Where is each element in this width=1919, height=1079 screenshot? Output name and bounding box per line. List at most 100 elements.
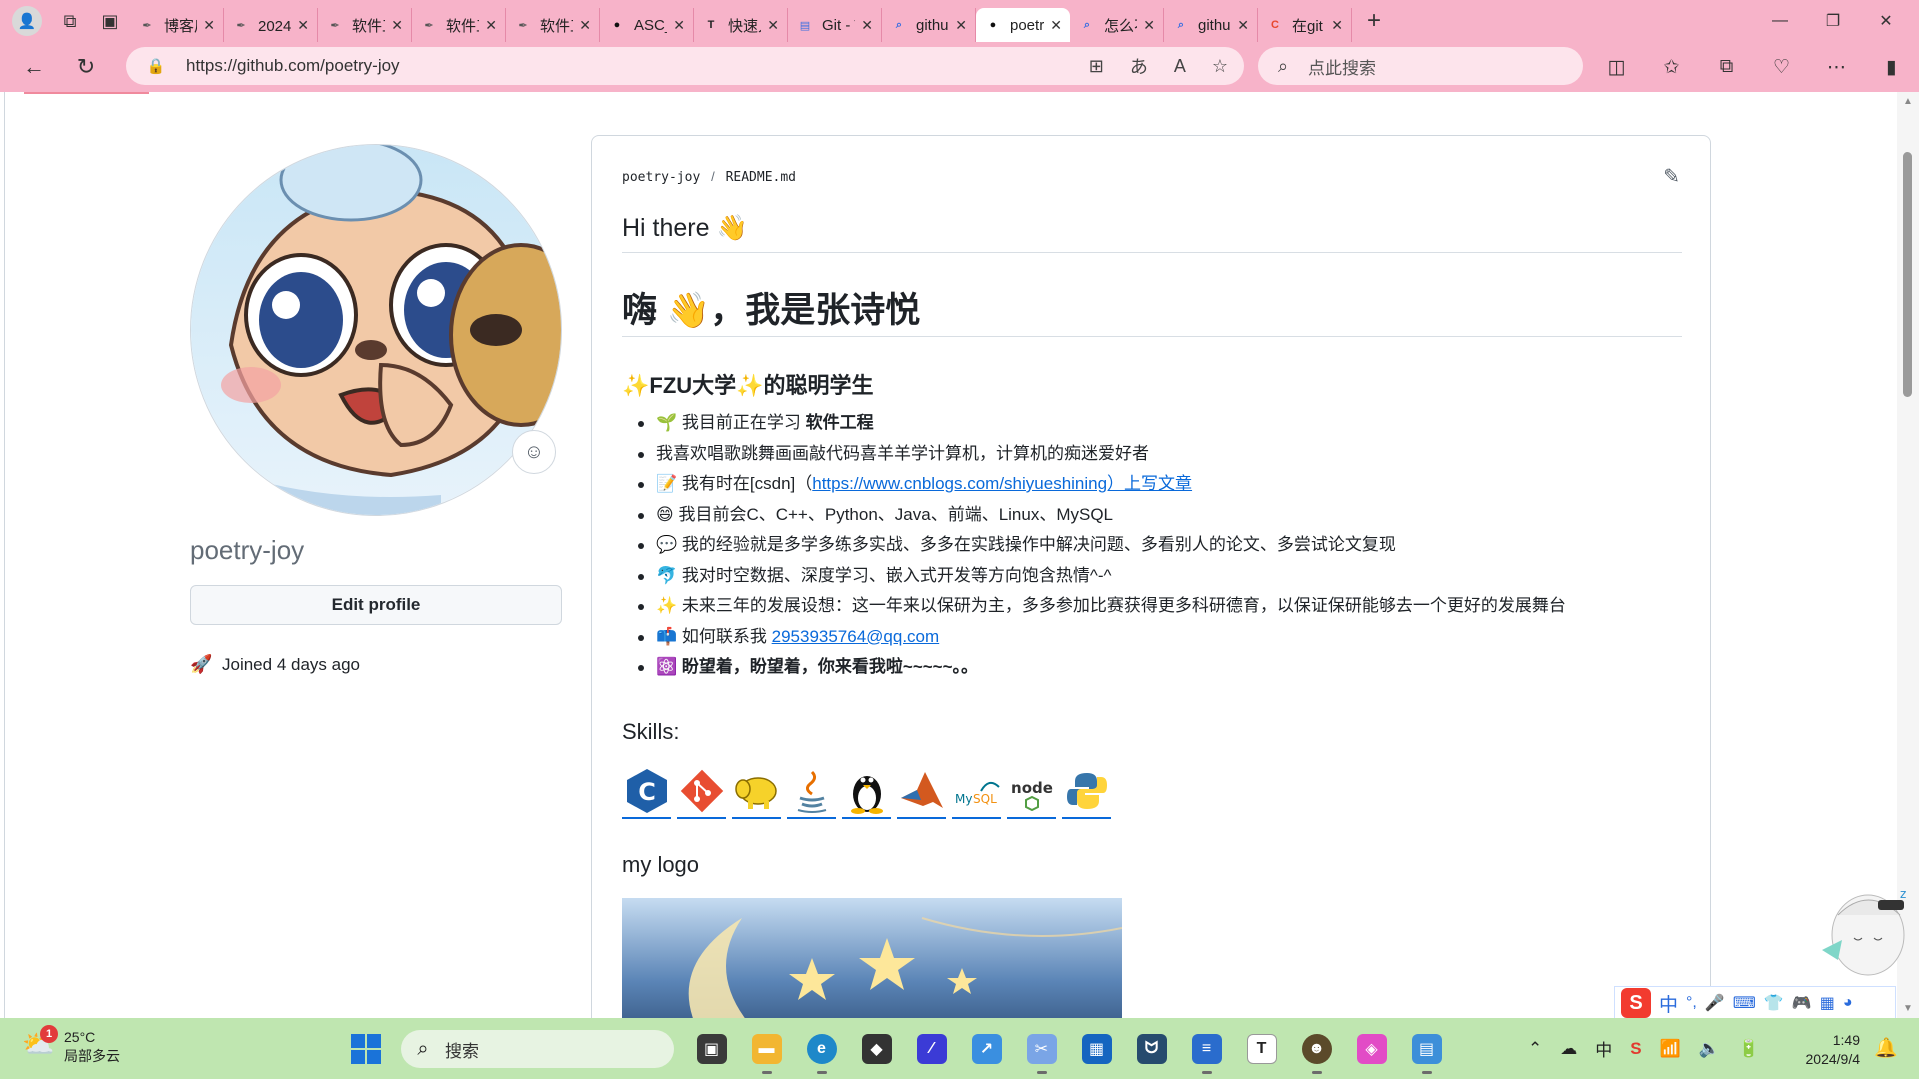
- ime-avatar-icon[interactable]: ◕: [1843, 994, 1853, 1012]
- browser-tab[interactable]: ✒ 博客后 ✕: [130, 8, 224, 42]
- url-text[interactable]: https://github.com/poetry-joy: [186, 56, 400, 76]
- close-tab-icon[interactable]: ✕: [297, 17, 309, 34]
- app-available-icon[interactable]: ⊞: [1089, 56, 1104, 77]
- translate-icon[interactable]: あ: [1130, 53, 1148, 79]
- task-view-icon[interactable]: ▣: [684, 1030, 739, 1068]
- minimize-button[interactable]: —: [1750, 0, 1810, 42]
- favorite-star-icon[interactable]: ☆: [1212, 56, 1228, 77]
- scroll-down-arrow-icon[interactable]: ▼: [1903, 1003, 1913, 1014]
- close-window-button[interactable]: ✕: [1856, 0, 1916, 42]
- browser-tab[interactable]: ✒ 2024年 ✕: [224, 8, 318, 42]
- nodejs-logo-icon[interactable]: node: [1007, 764, 1056, 819]
- address-bar[interactable]: 🔒 https://github.com/poetry-joy ⊞ あ A ☆: [126, 47, 1244, 85]
- microsoft-store-icon[interactable]: ▦: [1069, 1030, 1124, 1068]
- hadoop-logo-icon[interactable]: [732, 764, 781, 819]
- list-item-link[interactable]: 2953935764@qq.com: [772, 627, 940, 646]
- git-logo-icon[interactable]: [677, 764, 726, 819]
- linux-logo-icon[interactable]: [842, 764, 891, 819]
- browser-tab[interactable]: ✒ 软件工 ✕: [318, 8, 412, 42]
- ide-app-icon[interactable]: ◈: [1344, 1030, 1399, 1068]
- browser-tab[interactable]: C 在git ✕: [1258, 8, 1352, 42]
- browser-tab[interactable]: ✒ 软件工 ✕: [506, 8, 600, 42]
- close-tab-icon[interactable]: ✕: [861, 17, 873, 34]
- browser-tab[interactable]: ✒ 软件工 ✕: [412, 8, 506, 42]
- breadcrumb-user-link[interactable]: poetry-joy: [622, 170, 700, 185]
- close-tab-icon[interactable]: ✕: [579, 17, 591, 34]
- more-menu-icon[interactable]: ⋯: [1809, 56, 1864, 79]
- weather-widget[interactable]: ⛅ 1 25°C 局部多云: [22, 1025, 120, 1066]
- browser-tab[interactable]: ⌕ 怎么不 ✕: [1070, 8, 1164, 42]
- sogou-tray-icon[interactable]: S: [1630, 1039, 1641, 1059]
- python-logo-icon[interactable]: [1062, 764, 1111, 819]
- remote-desktop-icon[interactable]: ▤: [1399, 1030, 1454, 1074]
- back-button[interactable]: ←: [8, 47, 60, 87]
- close-tab-icon[interactable]: ✕: [1050, 17, 1062, 34]
- close-tab-icon[interactable]: ✕: [485, 17, 497, 34]
- edge-browser-icon[interactable]: e: [794, 1030, 849, 1074]
- split-screen-icon[interactable]: ◫: [1589, 56, 1644, 79]
- file-explorer-icon[interactable]: ▬: [739, 1030, 794, 1074]
- browser-tab[interactable]: T 快速入 ✕: [694, 8, 788, 42]
- browser-tab[interactable]: ● poetr ✕: [976, 8, 1070, 42]
- taskbar-search-box[interactable]: ⌕ 搜索: [401, 1030, 674, 1068]
- workspaces-icon[interactable]: ⧉: [50, 0, 90, 42]
- refresh-button[interactable]: ↻: [60, 47, 112, 87]
- close-tab-icon[interactable]: ✕: [1237, 17, 1249, 34]
- ime-mode-toggle[interactable]: 中: [1659, 990, 1678, 1017]
- tab-actions-icon[interactable]: ▣: [90, 0, 130, 42]
- typora-app-icon[interactable]: ↗: [959, 1030, 1014, 1068]
- skin-icon[interactable]: 👕: [1764, 993, 1784, 1013]
- start-button-windows-icon[interactable]: [351, 1034, 381, 1064]
- volume-icon[interactable]: 🔈: [1699, 1039, 1720, 1059]
- edit-readme-pencil-icon[interactable]: ✎: [1663, 164, 1680, 189]
- restore-button[interactable]: ❐: [1803, 0, 1863, 42]
- input-language-indicator[interactable]: 中: [1595, 1036, 1612, 1061]
- close-tab-icon[interactable]: ✕: [203, 17, 215, 34]
- browser-tab[interactable]: ⌕ githul ✕: [882, 8, 976, 42]
- onedrive-error-icon[interactable]: ☁: [1560, 1039, 1577, 1059]
- ime-punctuation-toggle[interactable]: °,: [1686, 994, 1697, 1012]
- browser-essentials-icon[interactable]: ♡: [1754, 56, 1809, 79]
- sogou-logo-icon[interactable]: S: [1621, 988, 1651, 1018]
- matlab-logo-icon[interactable]: [897, 764, 946, 819]
- notepad-icon[interactable]: ≡: [1179, 1030, 1234, 1074]
- mysql-logo-icon[interactable]: My SQL: [952, 764, 1001, 819]
- avatar[interactable]: [190, 144, 562, 516]
- scroll-up-arrow-icon[interactable]: ▲: [1903, 96, 1913, 107]
- edit-profile-button[interactable]: Edit profile: [190, 585, 562, 625]
- microphone-icon[interactable]: 🎤: [1705, 993, 1725, 1013]
- profile-icon[interactable]: 👤: [12, 6, 42, 36]
- sidebar-toggle-icon[interactable]: ▮: [1864, 56, 1919, 79]
- desktop-pet-mascot[interactable]: z: [1818, 880, 1913, 990]
- system-clock[interactable]: 1:49 2024/9/4: [1800, 1031, 1861, 1069]
- set-status-smiley-icon[interactable]: ☺: [512, 430, 556, 474]
- c-logo-icon[interactable]: C: [622, 764, 671, 819]
- battery-icon[interactable]: 🔋: [1738, 1039, 1759, 1059]
- browser-search-box[interactable]: ⌕ 点此搜索: [1258, 47, 1583, 85]
- java-logo-icon[interactable]: [787, 764, 836, 819]
- visual-studio-icon[interactable]: ∕: [904, 1030, 959, 1068]
- list-item-link[interactable]: https://www.cnblogs.com/shiyueshining）上写…: [812, 474, 1192, 493]
- toolbox-icon[interactable]: ▦: [1820, 993, 1835, 1013]
- show-hidden-icons-chevron-icon[interactable]: ⌃: [1528, 1039, 1542, 1059]
- browser-tab[interactable]: ⌕ githul ✕: [1164, 8, 1258, 42]
- close-tab-icon[interactable]: ✕: [391, 17, 403, 34]
- unity-hub-icon[interactable]: ◆: [849, 1030, 904, 1068]
- close-tab-icon[interactable]: ✕: [767, 17, 779, 34]
- cat-app-icon[interactable]: ᗢ: [1124, 1030, 1179, 1068]
- close-tab-icon[interactable]: ✕: [673, 17, 685, 34]
- close-tab-icon[interactable]: ✕: [955, 17, 967, 34]
- close-tab-icon[interactable]: ✕: [1143, 17, 1155, 34]
- typora-t-icon[interactable]: T: [1234, 1030, 1289, 1068]
- lock-icon[interactable]: 🔒: [136, 57, 176, 75]
- browser-tab[interactable]: ● ASC_I ✕: [600, 8, 694, 42]
- keyboard-icon[interactable]: ⌨: [1733, 993, 1756, 1013]
- game-icon[interactable]: 🎮: [1792, 993, 1812, 1013]
- notification-bell-icon[interactable]: 🔔: [1874, 1036, 1898, 1060]
- wifi-icon[interactable]: 📶: [1660, 1039, 1681, 1059]
- browser-tab[interactable]: ▤ Git - T ✕: [788, 8, 882, 42]
- scrollbar-thumb[interactable]: [1903, 152, 1912, 397]
- favorites-icon[interactable]: ✩: [1644, 56, 1699, 79]
- new-tab-button[interactable]: +: [1352, 0, 1396, 42]
- collections-icon[interactable]: ⧉: [1699, 56, 1754, 78]
